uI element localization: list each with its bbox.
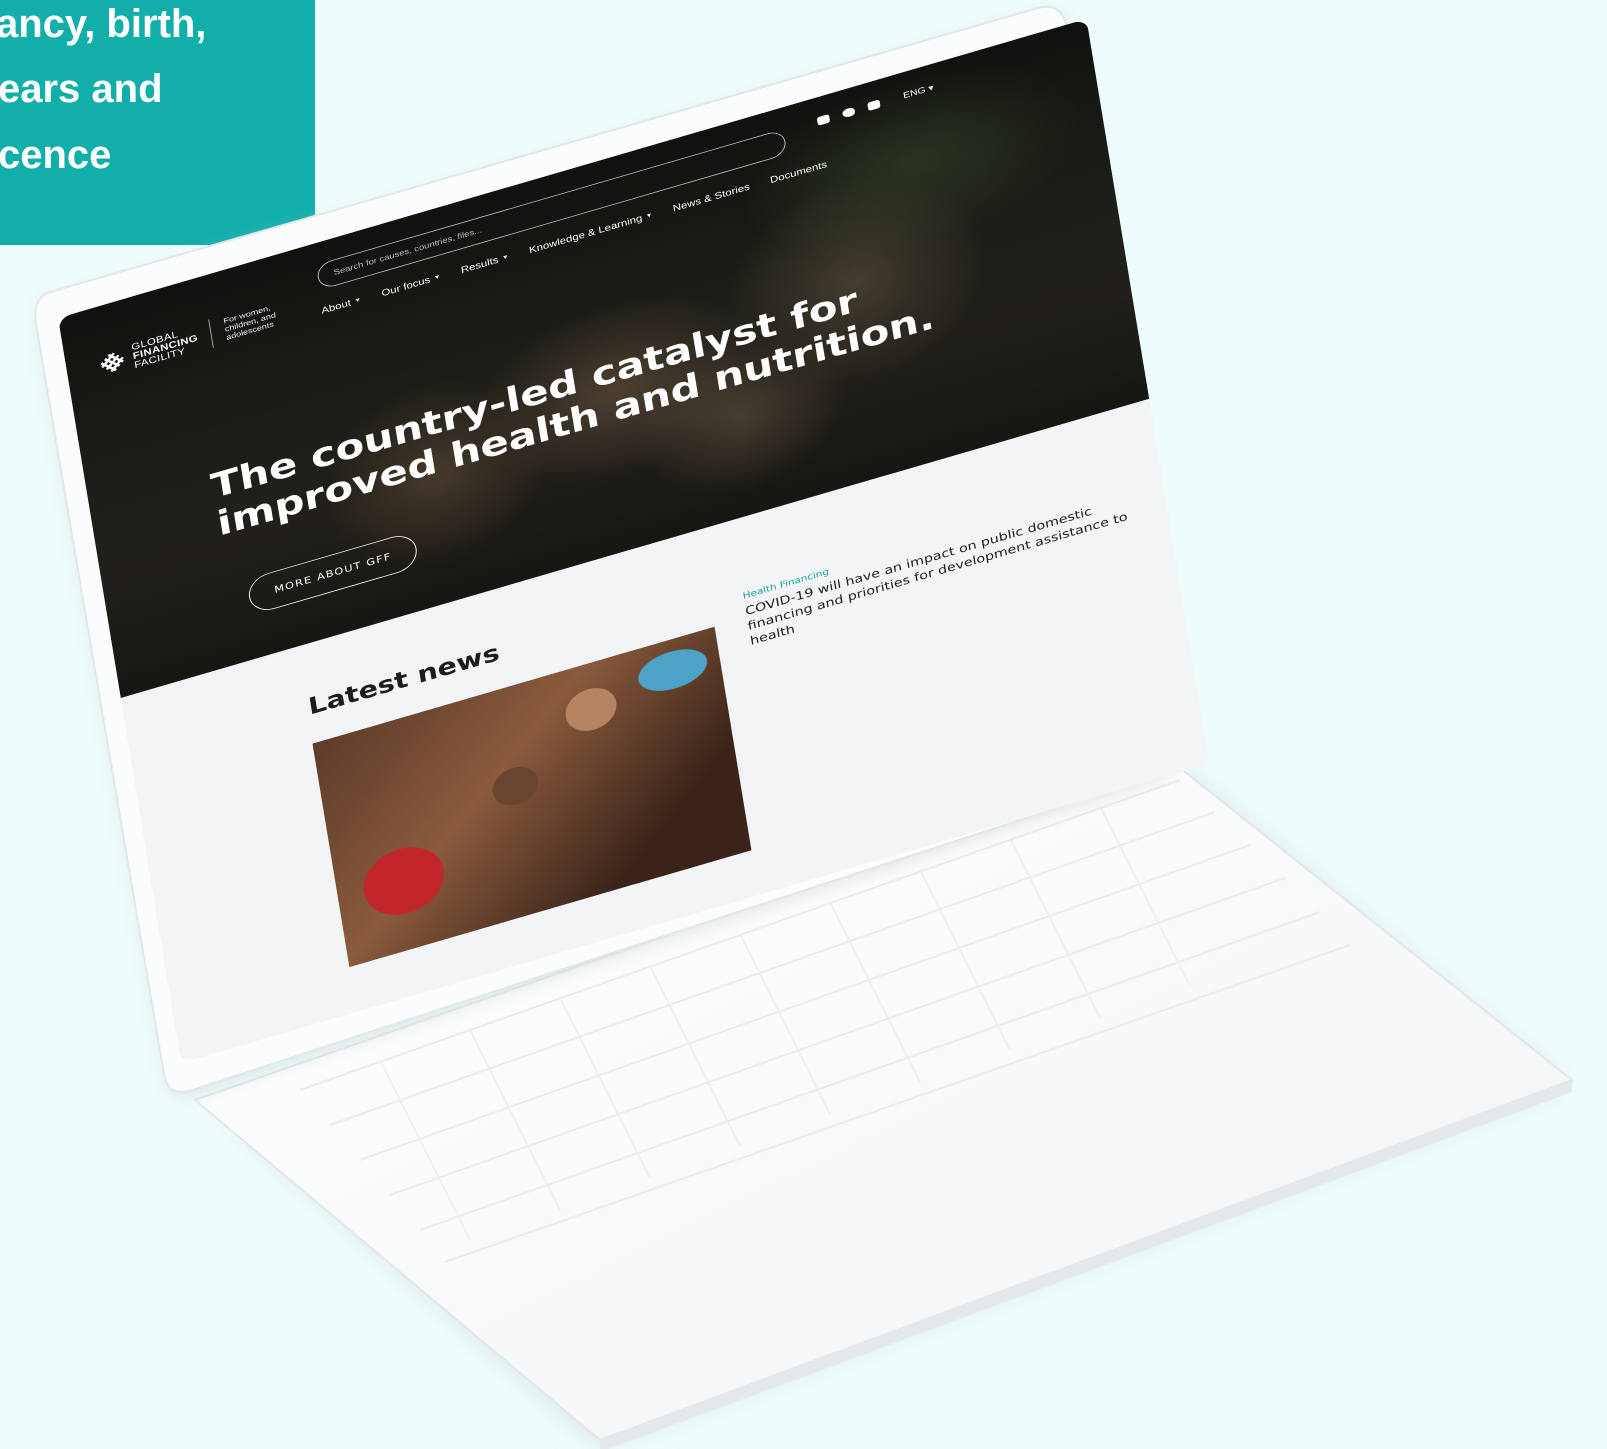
chevron-down-icon: ▼ (501, 253, 510, 261)
mockup-stage: ancy, birth, ears and cence GLOBAL FINAN… (0, 0, 1607, 1449)
chevron-down-icon: ▼ (433, 273, 441, 281)
news-headline[interactable]: COVID-19 will have an impact on public d… (744, 490, 1144, 649)
chevron-down-icon: ▼ (645, 211, 653, 220)
laptop-screen: GLOBAL FINANCING FACILITY For women, chi… (0, 0, 1607, 1449)
gff-logo-icon (98, 348, 128, 376)
news-item[interactable]: Health Financing COVID-19 will have an i… (742, 477, 1144, 649)
chevron-down-icon: ▼ (354, 296, 362, 304)
logo-divider (208, 319, 215, 348)
